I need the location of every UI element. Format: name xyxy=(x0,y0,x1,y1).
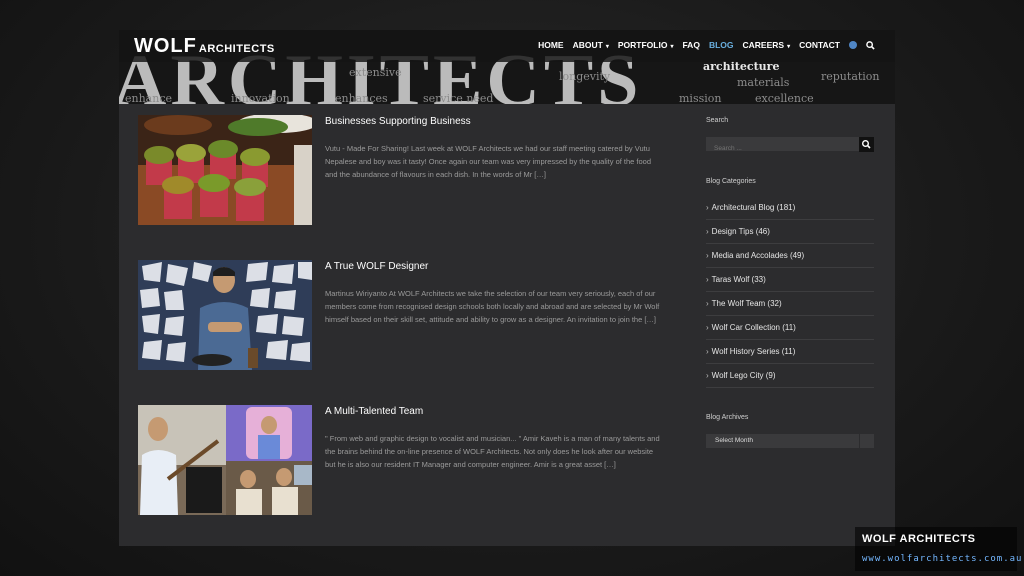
site-header: ARCHITECTS enhance innovation enhances s… xyxy=(119,30,895,104)
chevron-right-icon: › xyxy=(706,371,709,380)
watermark-url: www.wolfarchitects.com.au xyxy=(862,554,1023,564)
nav-contact[interactable]: CONTACT xyxy=(799,40,840,50)
search-icon xyxy=(862,140,871,149)
header-nav-bar: WOLF ARCHITECTS HOME ABOUT ▾ PORTFOLIO ▾ FA… xyxy=(119,30,895,62)
archive-selected-value: Select Month xyxy=(715,437,753,444)
category-item[interactable]: › Taras Wolf (33) xyxy=(706,268,874,292)
chevron-down-icon: ▾ xyxy=(670,44,674,50)
banner-small-word: longevity xyxy=(559,70,611,83)
nav-portfolio[interactable]: PORTFOLIO ▾ xyxy=(618,40,674,50)
post-excerpt: " From web and graphic design to vocalis… xyxy=(325,434,660,469)
site-logo[interactable]: WOLF ARCHITECTS xyxy=(134,35,275,58)
post-excerpt: Martinus Wiriyanto At WOLF Architects we… xyxy=(325,289,660,324)
blog-post: A Multi-Talented Team " From web and gra… xyxy=(138,405,678,517)
nav-faq[interactable]: FAQ xyxy=(682,40,699,50)
site-frame: ARCHITECTS enhance innovation enhances s… xyxy=(119,30,895,546)
chevron-down-icon: ▾ xyxy=(787,44,791,50)
logo-sub: ARCHITECTS xyxy=(198,43,275,55)
banner-small-word: reputation xyxy=(821,70,880,83)
post-excerpt: Vutu - Made For Sharing! Last week at WO… xyxy=(325,144,652,179)
archive-month-select[interactable]: Select Month xyxy=(706,434,874,448)
logo-main: WOLF xyxy=(134,35,197,57)
category-item[interactable]: › Wolf Lego City (9) xyxy=(706,364,874,388)
banner-small-word: excellence xyxy=(755,92,814,104)
chevron-right-icon: › xyxy=(706,203,709,212)
post-title[interactable]: Businesses Supporting Business xyxy=(325,116,471,127)
post-title[interactable]: A True WOLF Designer xyxy=(325,261,428,272)
banner-small-word: materials xyxy=(737,76,790,89)
banner-small-word: innovation xyxy=(231,92,290,104)
post-thumbnail-food[interactable] xyxy=(138,115,312,225)
blog-post: A True WOLF Designer Martinus Wiriyanto … xyxy=(138,260,678,372)
archives-heading: Blog Archives xyxy=(706,414,749,421)
category-item[interactable]: › Wolf Car Collection (11) xyxy=(706,316,874,340)
banner-small-word: enhances xyxy=(335,92,388,104)
categories-heading: Blog Categories xyxy=(706,178,756,185)
chevron-right-icon: › xyxy=(706,227,709,236)
main-nav: HOME ABOUT ▾ PORTFOLIO ▾ FAQ BLOG CAREERS ▾… xyxy=(538,40,875,50)
watermark-title: WOLF ARCHITECTS xyxy=(862,533,976,545)
chevron-right-icon: › xyxy=(706,251,709,260)
post-thumbnail-team[interactable] xyxy=(138,405,312,515)
category-item[interactable]: › The Wolf Team (32) xyxy=(706,292,874,316)
category-list: › Architectural Blog (181) › Design Tips (… xyxy=(706,196,874,388)
banner-small-word: mission xyxy=(679,92,722,104)
post-thumbnail-designer[interactable] xyxy=(138,260,312,370)
nav-home[interactable]: HOME xyxy=(538,40,564,50)
category-item[interactable]: › Design Tips (46) xyxy=(706,220,874,244)
search-button[interactable] xyxy=(859,137,874,152)
search-icon[interactable] xyxy=(866,40,875,50)
chevron-down-icon: ▾ xyxy=(605,44,609,50)
nav-blog[interactable]: BLOG xyxy=(709,40,734,50)
chevron-right-icon: › xyxy=(706,323,709,332)
search-input[interactable] xyxy=(706,141,854,156)
post-title[interactable]: A Multi-Talented Team xyxy=(325,406,423,417)
category-item[interactable]: › Architectural Blog (181) xyxy=(706,196,874,220)
category-item[interactable]: › Media and Accolades (49) xyxy=(706,244,874,268)
banner-small-word: service need xyxy=(423,92,494,104)
banner-small-word: extensive xyxy=(349,66,402,79)
search-field[interactable] xyxy=(706,137,859,156)
blog-post: Businesses Supporting Business Vutu - Ma… xyxy=(138,115,678,227)
chevron-right-icon: › xyxy=(706,275,709,284)
search-heading: Search xyxy=(706,117,729,124)
watermark: WOLF ARCHITECTS www.wolfarchitects.com.a… xyxy=(855,527,1021,571)
nav-careers[interactable]: CAREERS ▾ xyxy=(743,40,791,50)
chevron-right-icon: › xyxy=(706,299,709,308)
globe-icon[interactable] xyxy=(849,41,857,49)
chevron-right-icon: › xyxy=(706,347,709,356)
dropdown-arrow-icon xyxy=(859,434,874,448)
banner-small-word: enhance xyxy=(125,92,172,104)
nav-about[interactable]: ABOUT ▾ xyxy=(573,40,609,50)
category-item[interactable]: › Wolf History Series (11) xyxy=(706,340,874,364)
